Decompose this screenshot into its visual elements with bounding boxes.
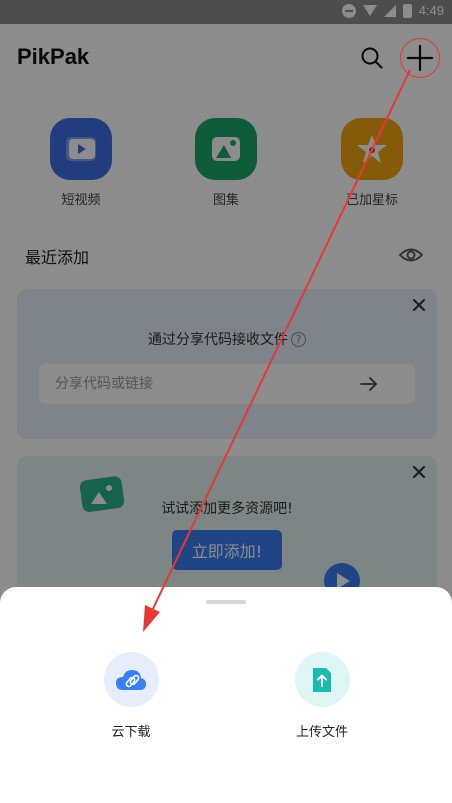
image-icon: [195, 118, 257, 180]
wifi-icon: [362, 5, 377, 16]
star-icon: [341, 118, 403, 180]
add-bottom-sheet: 云下载 上传文件: [0, 587, 452, 803]
quick-access-label: 短视频: [61, 193, 101, 208]
quick-access-starred[interactable]: 已加星标: [337, 118, 407, 208]
battery-icon: [402, 3, 412, 18]
status-time: 4:49: [418, 3, 444, 18]
close-icon[interactable]: [411, 464, 427, 480]
do-not-disturb-icon: [341, 3, 356, 18]
signal-icon: [383, 4, 396, 17]
recent-section-title: 最近添加: [25, 248, 90, 267]
arrow-right-icon[interactable]: [359, 375, 379, 393]
add-now-button[interactable]: 立即添加!: [172, 530, 282, 570]
quick-access-albums[interactable]: 图集: [191, 118, 261, 208]
search-icon[interactable]: [360, 46, 384, 70]
help-icon[interactable]: ?: [291, 332, 306, 347]
share-code-hint: 通过分享代码接收文件?: [17, 329, 437, 349]
status-bar: 4:49: [0, 0, 452, 24]
close-icon[interactable]: [411, 297, 427, 313]
add-resources-tip: 试试添加更多资源吧!: [161, 501, 293, 517]
upload-file-label: 上传文件: [295, 725, 348, 740]
cloud-link-icon: [103, 652, 159, 707]
quick-access-label: 已加星标: [345, 193, 398, 208]
cloud-download-label: 云下载: [111, 725, 151, 740]
highlight-ring: [400, 38, 440, 78]
share-code-hint-text: 通过分享代码接收文件: [148, 332, 288, 348]
drag-handle[interactable]: [206, 600, 246, 604]
upload-file-icon: [294, 652, 350, 707]
quick-access-label: 图集: [212, 193, 239, 208]
cloud-download-action[interactable]: 云下载: [76, 652, 186, 740]
share-code-card: 通过分享代码接收文件?: [17, 289, 437, 439]
app-logo-text: PikPak: [17, 44, 90, 69]
upload-file-action[interactable]: 上传文件: [267, 652, 377, 740]
video-icon: [50, 118, 112, 180]
eye-icon[interactable]: [398, 245, 424, 265]
quick-access-videos[interactable]: 短视频: [46, 118, 116, 208]
